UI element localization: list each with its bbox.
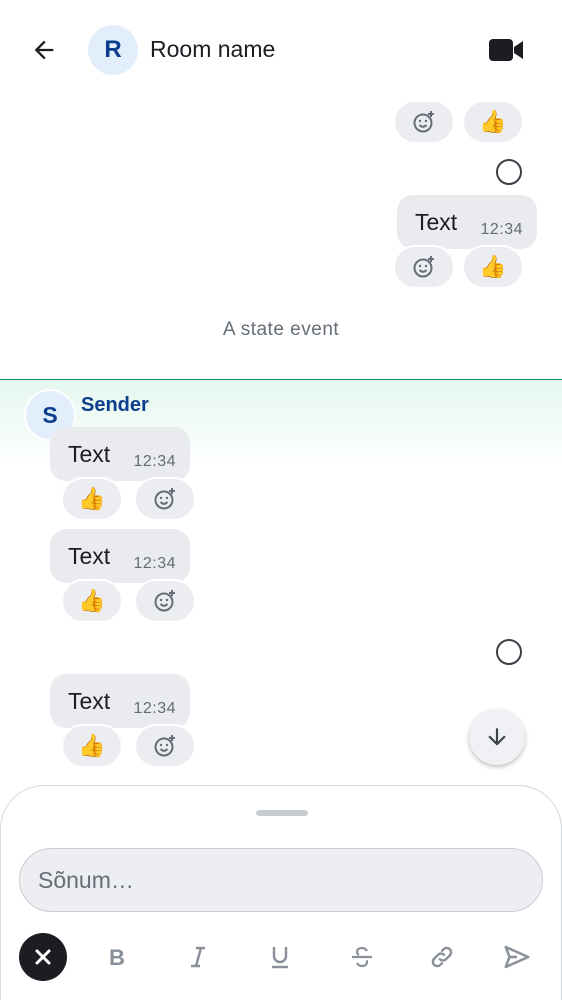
strikethrough-button[interactable] — [342, 937, 382, 977]
outgoing-message-bubble[interactable]: Text 12:34 — [397, 195, 537, 249]
add-reaction-button[interactable] — [393, 245, 455, 289]
message-timestamp: 12:34 — [480, 221, 523, 238]
svg-text:B: B — [109, 945, 125, 969]
message-text: Text — [68, 543, 111, 569]
message-input[interactable] — [19, 848, 543, 912]
underline-button[interactable] — [260, 937, 300, 977]
link-icon — [431, 946, 453, 968]
reaction-emoji: 👍 — [479, 109, 507, 134]
back-button[interactable] — [24, 30, 64, 70]
message-timestamp: 12:34 — [133, 555, 176, 572]
add-reaction-button[interactable] — [393, 100, 455, 144]
scroll-to-bottom-button[interactable] — [469, 709, 525, 765]
add-reaction-icon — [154, 488, 175, 510]
formatting-toolbar: B — [1, 931, 562, 983]
read-receipt-icon — [496, 159, 522, 185]
reaction-chip[interactable]: 👍 — [462, 100, 524, 144]
add-reaction-icon — [413, 111, 434, 133]
add-reaction-button[interactable] — [134, 477, 196, 521]
top-app-bar: R Room name — [0, 0, 562, 100]
video-call-icon — [489, 39, 523, 61]
add-reaction-button[interactable] — [134, 724, 196, 768]
add-reaction-icon — [154, 590, 175, 612]
room-avatar[interactable]: R — [88, 25, 138, 75]
reaction-chip[interactable]: 👍 — [61, 724, 123, 768]
reaction-emoji: 👍 — [78, 486, 106, 511]
reaction-emoji: 👍 — [479, 254, 507, 279]
message-text: Text — [415, 209, 458, 235]
close-formatting-button[interactable] — [19, 933, 67, 981]
message-composer: B — [0, 785, 562, 1000]
bold-icon: B — [109, 945, 125, 969]
add-reaction-icon — [154, 735, 175, 757]
reaction-chip[interactable]: 👍 — [61, 579, 123, 623]
reaction-chip[interactable]: 👍 — [462, 245, 524, 289]
italic-icon — [191, 946, 205, 968]
incoming-message-bubble[interactable]: Text 12:34 — [50, 674, 190, 728]
close-icon — [35, 949, 51, 965]
reaction-emoji: 👍 — [78, 588, 106, 613]
sender-name[interactable]: Sender — [81, 394, 149, 417]
add-reaction-button[interactable] — [134, 579, 196, 623]
timeline[interactable]: 👍 Text 12:34 👍 A state event S Sender Te… — [0, 100, 562, 785]
add-reaction-icon — [413, 256, 434, 278]
link-button[interactable] — [422, 937, 462, 977]
incoming-message-bubble[interactable]: Text 12:34 — [50, 529, 190, 583]
incoming-message-bubble[interactable]: Text 12:34 — [50, 427, 190, 481]
state-event: A state event — [222, 319, 340, 340]
video-call-button[interactable] — [484, 30, 528, 70]
message-text: Text — [68, 688, 111, 714]
send-button[interactable] — [497, 937, 537, 977]
message-text: Text — [68, 441, 111, 467]
reaction-chip[interactable]: 👍 — [61, 477, 123, 521]
arrow-down-icon — [488, 728, 506, 746]
arrow-left-icon — [34, 40, 54, 60]
read-receipt-icon — [496, 639, 522, 665]
room-name[interactable]: Room name — [150, 36, 275, 63]
italic-button[interactable] — [178, 937, 218, 977]
send-icon — [504, 945, 530, 969]
reaction-emoji: 👍 — [78, 733, 106, 758]
drag-handle[interactable] — [256, 810, 308, 816]
message-timestamp: 12:34 — [133, 700, 176, 717]
message-timestamp: 12:34 — [133, 453, 176, 470]
bold-button[interactable]: B — [97, 937, 137, 977]
underline-icon — [272, 947, 288, 969]
strikethrough-icon — [352, 946, 372, 968]
